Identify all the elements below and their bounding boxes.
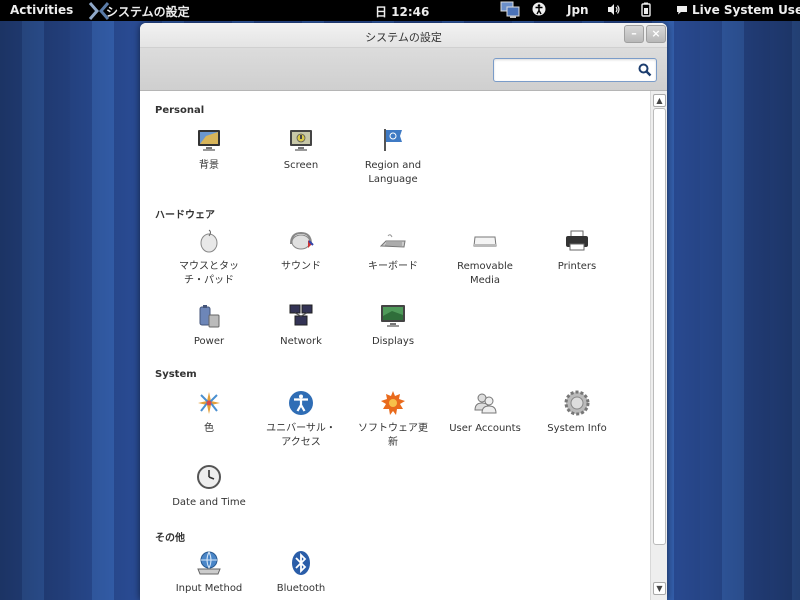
top-bar: Activities システムの設定 日 12:46 Jpn Live Syst… [0,0,800,21]
battery-icon[interactable] [640,2,652,20]
vertical-scrollbar[interactable]: ▲ ▼ [650,91,667,600]
item-sound[interactable]: サウンド [255,228,347,274]
scroll-down-button[interactable]: ▼ [653,582,666,595]
search-icon[interactable] [638,63,652,77]
input-method-icon [197,551,221,575]
item-label: Power [193,336,225,347]
keyboard-layout-indicator[interactable]: Jpn [567,3,589,17]
bluetooth-icon [292,551,310,575]
item-label: 背景 [199,160,219,171]
item-background[interactable]: 背景 [163,127,255,173]
clock[interactable]: 日 12:46 [375,3,429,20]
item-label: Network [280,336,322,347]
item-label: Displays [371,336,415,347]
activities-button[interactable]: Activities [10,3,73,17]
item-date-time[interactable]: Date and Time [163,464,255,510]
item-label: Region and Language [364,160,422,185]
item-label: Bluetooth [276,583,326,594]
network-icon [289,304,313,326]
user-accounts-icon [474,393,497,414]
close-button[interactable]: × [646,25,666,43]
software-update-icon [381,391,405,415]
window-titlebar[interactable]: システムの設定 – × [140,23,667,48]
item-bluetooth[interactable]: Bluetooth [255,550,347,596]
item-label: Input Method [175,583,243,594]
item-label: Removable Media [457,261,513,286]
item-network[interactable]: Network [255,303,347,349]
sound-icon [290,231,314,250]
item-power[interactable]: Power [163,303,255,349]
search-input[interactable] [498,62,638,78]
search-box[interactable] [493,58,657,82]
item-label: 色 [204,423,214,434]
chat-icon [677,6,687,15]
item-mouse-touchpad[interactable]: マウスとタッ チ・パッド [163,228,255,288]
item-removable-media[interactable]: Removable Media [439,228,531,288]
settings-window: システムの設定 – × Personal 背景 Screen Region an… [140,23,667,600]
accessibility-icon[interactable] [532,2,546,19]
item-system-info[interactable]: System Info [531,390,623,436]
background-icon [198,130,220,151]
item-region-language[interactable]: Region and Language [347,127,439,187]
app-menu-label: システムの設定 [106,5,190,19]
item-keyboard[interactable]: キーボード [347,228,439,274]
minimize-button[interactable]: – [624,25,644,43]
settings-panel-grid: Personal 背景 Screen Region and Language ハ… [140,91,650,600]
item-universal-access[interactable]: ユニバーサル・ アクセス [255,390,347,450]
keyboard-icon [380,234,406,248]
mouse-icon [200,229,218,253]
item-screen[interactable]: Screen [255,127,347,173]
section-title-other: その他 [155,533,185,544]
item-label: サウンド [281,261,321,272]
screen-icon [290,130,312,151]
power-icon [199,305,220,328]
section-title-personal: Personal [155,105,205,116]
item-label: User Accounts [449,423,521,434]
network-status-icon[interactable] [500,1,520,22]
scrollbar-thumb[interactable] [653,108,666,545]
scroll-up-button[interactable]: ▲ [653,94,666,107]
volume-icon[interactable] [607,3,621,19]
item-displays[interactable]: Displays [347,303,439,349]
item-software-update[interactable]: ソフトウェア更 新 [347,390,439,450]
item-label: System Info [547,423,607,434]
item-label: Printers [557,261,597,272]
clock-icon [197,465,221,489]
item-label: Screen [283,160,319,171]
item-label: キーボード [368,261,418,272]
displays-icon [381,305,405,327]
item-user-accounts[interactable]: User Accounts [439,390,531,436]
item-label: マウスとタッ チ・パッド [179,261,239,286]
section-title-system: System [155,369,197,380]
item-input-method[interactable]: Input Method [163,550,255,596]
user-name: Live System User [692,3,800,17]
item-label: Date and Time [172,497,246,508]
section-title-hardware: ハードウェア [155,210,215,221]
color-icon [198,392,220,414]
universal-access-icon [289,391,313,415]
removable-media-icon [473,236,497,247]
app-menu[interactable]: システムの設定 [88,1,190,20]
toolbar [140,48,667,91]
item-label: ソフトウェア更 新 [358,423,428,448]
item-color[interactable]: 色 [163,390,255,436]
system-info-icon [564,390,590,416]
printer-icon [566,230,588,251]
region-flag-icon [384,129,402,151]
item-printers[interactable]: Printers [531,228,623,274]
item-label: ユニバーサル・ アクセス [266,423,336,448]
window-title: システムの設定 [365,31,442,44]
user-menu[interactable]: Live System User [676,3,800,17]
